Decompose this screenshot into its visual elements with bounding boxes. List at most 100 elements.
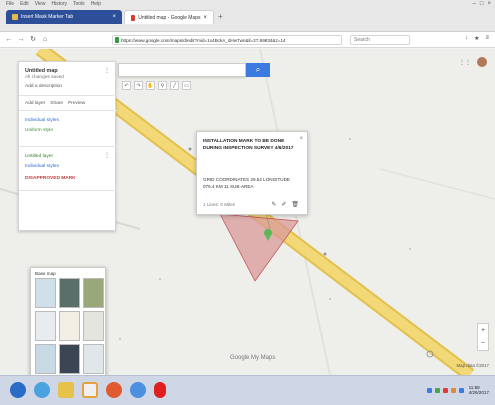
tab-maps[interactable]: Untitled map - Google Maps × bbox=[124, 10, 214, 24]
basemap-dark-thumb[interactable] bbox=[59, 344, 80, 374]
redo-icon[interactable]: ↷ bbox=[134, 81, 143, 90]
layer2-name[interactable]: Untitled layer bbox=[25, 154, 53, 159]
folder-icon[interactable] bbox=[58, 382, 74, 398]
menu-help[interactable]: Help bbox=[91, 1, 101, 9]
marker-tool-icon[interactable]: ⚲ bbox=[158, 81, 167, 90]
search-icon[interactable]: ⌕ bbox=[246, 63, 270, 77]
line-tool-icon[interactable]: ╱ bbox=[170, 81, 179, 90]
divider bbox=[19, 110, 117, 111]
menu-view[interactable]: View bbox=[35, 1, 46, 9]
basemap-light-thumb[interactable] bbox=[35, 311, 56, 341]
basemap-satellite-thumb[interactable] bbox=[59, 278, 80, 308]
layer-uniform-style[interactable]: Uniform style bbox=[25, 128, 53, 133]
ie-icon[interactable] bbox=[34, 382, 50, 398]
taskbar: 11:58 4/26/2017 bbox=[0, 375, 495, 405]
share-button[interactable]: Share bbox=[50, 101, 63, 106]
tab-label: Insert Mask Marker Tab bbox=[21, 14, 74, 20]
address-bar-row: ← → ↻ ⌂ https://www.google.com/maps/d/ed… bbox=[0, 32, 495, 48]
zoom-control: + − bbox=[477, 323, 489, 351]
hand-icon[interactable]: ✋ bbox=[146, 81, 155, 90]
basemap-water-thumb[interactable] bbox=[83, 344, 104, 374]
drawn-polygon[interactable] bbox=[219, 213, 299, 282]
url-text: https://www.google.com/maps/d/edit?mid=1… bbox=[121, 38, 286, 43]
feature-description: GRID COORDINATES 29.52 LONGITUDE 075.4 K… bbox=[203, 177, 290, 189]
feature-actions: ✎ ✐ 🗑 bbox=[271, 201, 299, 208]
delete-icon[interactable]: 🗑 bbox=[291, 201, 299, 208]
menu-icon[interactable]: ≡ bbox=[485, 35, 489, 42]
undo-icon[interactable]: ↶ bbox=[122, 81, 131, 90]
clock[interactable]: 11:58 4/26/2017 bbox=[469, 385, 489, 395]
browser-search-input[interactable]: Search bbox=[350, 35, 410, 45]
map-options-icon[interactable]: ⋮ bbox=[104, 67, 110, 74]
basemap-title: Base map bbox=[35, 271, 56, 276]
menu-tools[interactable]: Tools bbox=[73, 1, 85, 9]
apps-icon[interactable]: ⋮⋮ bbox=[459, 59, 471, 66]
ruler-icon[interactable]: ▭ bbox=[182, 81, 191, 90]
close-window-icon[interactable]: × bbox=[487, 1, 491, 7]
map-search-input[interactable] bbox=[118, 63, 246, 77]
preview-button[interactable]: Preview bbox=[68, 101, 85, 106]
scale-label: Map data ©2017 bbox=[456, 363, 489, 368]
basemap-simple-thumb[interactable] bbox=[83, 311, 104, 341]
clock-date: 4/26/2017 bbox=[468, 390, 489, 395]
screen: File Edit View History Tools Help – □ × … bbox=[0, 0, 495, 405]
security-icon[interactable] bbox=[442, 387, 448, 393]
zoom-in-icon[interactable]: + bbox=[478, 324, 488, 337]
basemap-terrain-thumb[interactable] bbox=[83, 278, 104, 308]
update-icon[interactable] bbox=[450, 387, 456, 393]
basemap-blue-thumb[interactable] bbox=[35, 344, 56, 374]
browser-titlebar: File Edit View History Tools Help – □ × … bbox=[0, 0, 495, 32]
menu-history[interactable]: History bbox=[51, 1, 67, 9]
new-tab-icon[interactable]: + bbox=[218, 12, 228, 22]
menu-edit[interactable]: Edit bbox=[20, 1, 29, 9]
window-controls: – □ × bbox=[473, 1, 491, 7]
add-layer-button[interactable]: Add layer bbox=[25, 101, 45, 106]
edit-icon[interactable]: ✐ bbox=[281, 201, 286, 208]
map-toolbar: ↶ ↷ ✋ ⚲ ╱ ▭ bbox=[122, 81, 191, 90]
close-icon[interactable]: × bbox=[299, 136, 303, 142]
layer2-item[interactable]: DISAPPROVED MARK bbox=[25, 176, 76, 181]
style-paint-icon[interactable]: ✎ bbox=[271, 201, 276, 208]
zoom-out-icon[interactable]: − bbox=[478, 337, 488, 350]
download-icon[interactable]: ↓ bbox=[465, 35, 468, 42]
firefox-icon[interactable] bbox=[106, 382, 122, 398]
back-icon[interactable]: ← bbox=[4, 35, 14, 45]
layer-style-link[interactable]: Individual styles bbox=[25, 118, 59, 123]
start-icon[interactable] bbox=[10, 382, 26, 398]
toolbar-icons: ↓ ★ ≡ bbox=[465, 35, 489, 42]
layer-options-icon[interactable]: ⋮ bbox=[104, 152, 110, 159]
system-tray: 11:58 4/26/2017 bbox=[426, 385, 489, 395]
tab-close-icon[interactable]: × bbox=[112, 14, 116, 20]
bluetooth-icon[interactable] bbox=[458, 387, 464, 393]
url-field[interactable]: https://www.google.com/maps/d/edit?mid=1… bbox=[112, 35, 342, 45]
tab-label: Untitled map - Google Maps bbox=[138, 14, 201, 21]
media-icon[interactable] bbox=[82, 382, 98, 398]
maximize-icon[interactable]: □ bbox=[480, 1, 484, 7]
avatar[interactable] bbox=[477, 57, 487, 67]
chrome-icon[interactable] bbox=[130, 382, 146, 398]
tab-close-icon[interactable]: × bbox=[203, 15, 207, 21]
forward-icon[interactable]: → bbox=[16, 35, 26, 45]
maps-favicon-icon bbox=[131, 14, 136, 21]
layer-panel: Untitled map ⋮ All changes saved Add a d… bbox=[18, 61, 117, 231]
map-description[interactable]: Add a description bbox=[25, 84, 62, 89]
divider bbox=[19, 95, 117, 96]
opera-icon[interactable] bbox=[154, 382, 166, 398]
basemap-map-thumb[interactable] bbox=[35, 278, 56, 308]
map-canvas[interactable]: ⌕ ↶ ↷ ✋ ⚲ ╱ ▭ ⋮⋮ Untitled map ⋮ All chan… bbox=[0, 49, 495, 375]
feature-info-popup: × INSTALLATION MARK TO BE DONE DURING IN… bbox=[196, 131, 308, 215]
layer2-style[interactable]: Individual styles bbox=[25, 164, 59, 169]
minimize-icon[interactable]: – bbox=[473, 1, 476, 7]
network-icon[interactable] bbox=[426, 387, 432, 393]
map-title[interactable]: Untitled map bbox=[25, 68, 58, 74]
menu-file[interactable]: File bbox=[6, 1, 14, 9]
volume-icon[interactable] bbox=[434, 387, 440, 393]
basemap-grid bbox=[35, 278, 104, 374]
tab-active[interactable]: Insert Mask Marker Tab × bbox=[6, 10, 122, 24]
bookmark-icon[interactable]: ★ bbox=[474, 35, 479, 42]
home-icon[interactable]: ⌂ bbox=[40, 35, 50, 45]
tab-favicon-icon bbox=[12, 14, 18, 20]
lock-icon bbox=[115, 37, 119, 43]
basemap-mono-thumb[interactable] bbox=[59, 311, 80, 341]
reload-icon[interactable]: ↻ bbox=[28, 35, 38, 45]
